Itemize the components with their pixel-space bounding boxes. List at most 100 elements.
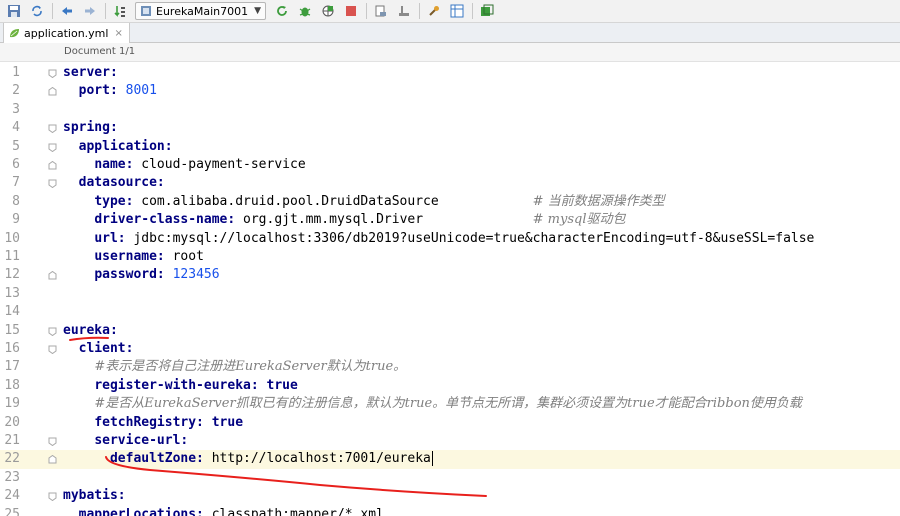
code-text: client:	[63, 340, 134, 358]
toolbar-separator	[472, 3, 474, 19]
code-line[interactable]: 18 register-with-eureka: true	[0, 377, 900, 395]
line-number: 25	[4, 506, 20, 516]
code-line[interactable]: 11 username: root	[0, 248, 900, 266]
code-value	[63, 212, 94, 227]
code-value	[63, 433, 94, 448]
code-line[interactable]: 19 #是否从EurekaServer抓取已有的注册信息，默认为true。单节点…	[0, 395, 900, 413]
wrench-icon[interactable]	[426, 3, 442, 19]
code-text: eureka:	[63, 322, 118, 340]
code-comment: # 当前数据源操作类型	[532, 193, 665, 209]
code-line[interactable]: 1 server:	[0, 64, 900, 82]
code-line[interactable]: 15 eureka:	[0, 322, 900, 340]
stop-icon[interactable]	[343, 3, 359, 19]
code-line[interactable]: 3	[0, 101, 900, 119]
code-key: service-url:	[94, 433, 189, 448]
code-line[interactable]: 14	[0, 303, 900, 321]
line-number: 4	[12, 120, 20, 136]
sync-icon[interactable]	[29, 3, 45, 19]
code-line[interactable]: 2 port: 8001	[0, 82, 900, 100]
code-key: type:	[94, 193, 134, 209]
code-number: 8001	[125, 83, 157, 99]
code-line[interactable]: 9 driver-class-name: org.gjt.mm.mysql.Dr…	[0, 211, 900, 229]
line-number: 1	[12, 65, 20, 80]
code-key: username:	[94, 249, 165, 264]
maven-icon[interactable]	[479, 3, 495, 19]
debug-icon[interactable]	[297, 3, 313, 19]
fold-end-icon[interactable]	[48, 455, 57, 464]
line-number: 23	[4, 469, 20, 485]
main-toolbar: EurekaMain7001 ▼	[0, 0, 900, 23]
fold-open-icon[interactable]	[48, 143, 57, 152]
code-line[interactable]: 21 service-url:	[0, 432, 900, 450]
fold-open-icon[interactable]	[48, 327, 57, 336]
code-line[interactable]: 17 #表示是否将自己注册进EurekaServer默认为true。	[0, 358, 900, 376]
code-text: application:	[63, 138, 173, 156]
tab-application-yml[interactable]: application.yml ×	[3, 23, 130, 43]
fold-open-icon[interactable]	[48, 69, 57, 78]
code-line[interactable]: 4 spring:	[0, 119, 900, 137]
fold-open-icon[interactable]	[48, 124, 57, 134]
code-key: client:	[78, 341, 134, 356]
fold-end-icon[interactable]	[48, 271, 57, 280]
run-configuration-select[interactable]: EurekaMain7001 ▼	[135, 2, 267, 20]
code-value	[259, 378, 267, 393]
code-line[interactable]: 6 name: cloud-payment-service	[0, 156, 900, 174]
build-artifact-icon[interactable]	[373, 3, 389, 19]
rerun-icon[interactable]	[274, 3, 290, 19]
code-line[interactable]: 16 client:	[0, 340, 900, 358]
code-text: datasource:	[63, 174, 165, 192]
code-text: service-url:	[63, 432, 188, 450]
tab-label: application.yml	[24, 26, 109, 40]
fold-open-icon[interactable]	[48, 437, 57, 446]
code-editor[interactable]: 1 server: 2 port: 8001 3 4 spring: 5 applicati…	[0, 62, 900, 516]
forward-icon[interactable]	[82, 3, 98, 19]
code-value	[63, 415, 94, 430]
fold-end-icon[interactable]	[48, 161, 57, 170]
code-line[interactable]: 22 defaultZone: http://localhost:7001/eu…	[0, 450, 900, 469]
code-text: defaultZone: http://localhost:7001/eurek…	[63, 450, 433, 468]
code-value	[63, 249, 94, 264]
code-value	[63, 267, 94, 282]
code-line[interactable]: 7 datasource:	[0, 174, 900, 192]
coverage-icon[interactable]	[320, 3, 336, 19]
code-line[interactable]: 20 fetchRegistry: true	[0, 414, 900, 432]
fold-open-icon[interactable]	[48, 179, 57, 189]
close-icon[interactable]: ×	[114, 28, 122, 39]
code-comment: #是否从EurekaServer抓取已有的注册信息，默认为true。单节点无所谓…	[94, 396, 802, 412]
sdk-icon[interactable]	[396, 3, 412, 19]
code-key: datasource:	[78, 175, 165, 191]
code-key: mapperLocations:	[78, 506, 204, 516]
code-text: mapperLocations: classpath:mapper/*.xml	[63, 506, 384, 516]
yaml-leaf-icon	[10, 29, 19, 38]
code-line[interactable]: 8 type: com.alibaba.druid.pool.DruidData…	[0, 193, 900, 211]
code-line[interactable]: 24 mybatis:	[0, 487, 900, 505]
run-config-icon	[141, 6, 151, 16]
fold-open-icon[interactable]	[48, 345, 57, 354]
document-indicator[interactable]: Document 1/1	[64, 46, 135, 57]
code-value	[63, 507, 79, 516]
code-text: #是否从EurekaServer抓取已有的注册信息，默认为true。单节点无所谓…	[63, 395, 802, 413]
code-text: type: com.alibaba.druid.pool.DruidDataSo…	[63, 193, 665, 211]
code-line[interactable]: 13	[0, 285, 900, 303]
code-line[interactable]: 5 application:	[0, 138, 900, 156]
code-line[interactable]: 25 mapperLocations: classpath:mapper/*.x…	[0, 506, 900, 516]
toolbar-separator	[52, 3, 53, 19]
code-text: username: root	[63, 248, 204, 266]
code-line[interactable]: 10 url: jdbc:mysql://localhost:3306/db20…	[0, 230, 900, 248]
back-icon[interactable]	[59, 3, 75, 19]
line-number: 16	[4, 341, 20, 356]
line-number: 8	[12, 193, 20, 209]
fold-end-icon[interactable]	[48, 87, 57, 96]
structure-icon[interactable]	[449, 3, 465, 19]
toolbar-separator	[419, 3, 421, 19]
code-value	[63, 378, 94, 393]
code-key: defaultZone:	[109, 451, 204, 467]
code-text: register-with-eureka: true	[63, 377, 298, 395]
build-icon[interactable]	[112, 3, 128, 19]
fold-open-icon[interactable]	[48, 492, 57, 502]
code-value	[204, 415, 212, 430]
code-line[interactable]: 23	[0, 469, 900, 487]
code-line[interactable]: 12 password: 123456	[0, 266, 900, 284]
line-number: 11	[4, 249, 20, 264]
save-icon[interactable]	[6, 3, 22, 19]
